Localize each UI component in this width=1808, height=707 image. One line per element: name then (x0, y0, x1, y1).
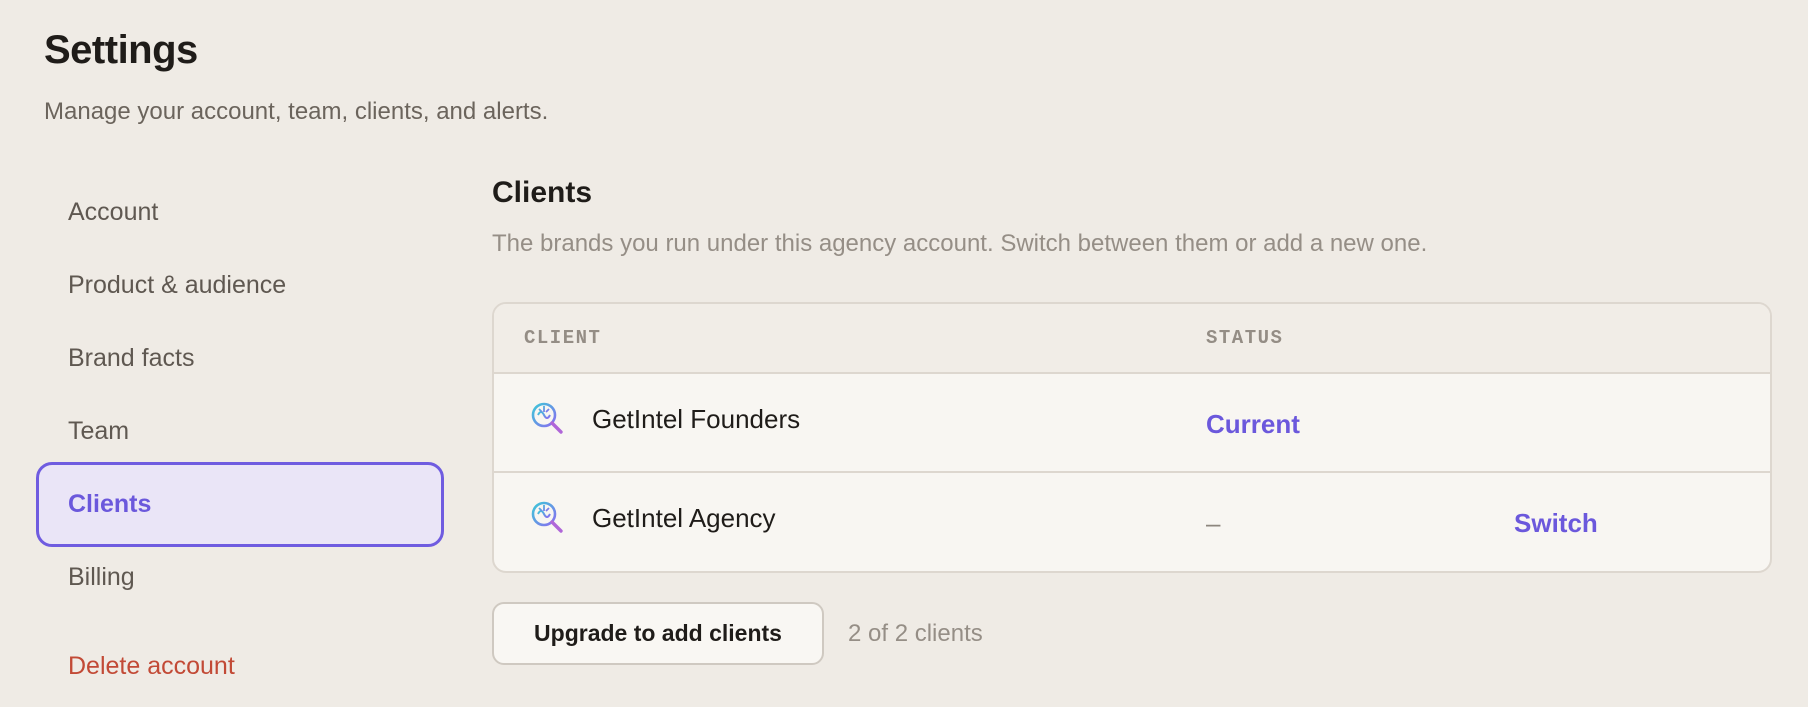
sidebar-item-brand-facts[interactable]: Brand facts (36, 322, 444, 395)
column-header-status: STATUS (1206, 327, 1284, 349)
column-header-client: CLIENT (524, 327, 602, 349)
switch-client-button[interactable]: Switch (1514, 508, 1598, 539)
section-description: The brands you run under this agency acc… (492, 230, 1428, 257)
settings-page: Settings Manage your account, team, clie… (0, 0, 1808, 707)
sidebar-item-clients[interactable]: Clients (36, 462, 444, 547)
section-title: Clients (492, 176, 593, 209)
upgrade-to-add-clients-button[interactable]: Upgrade to add clients (492, 602, 824, 665)
sidebar-item-team[interactable]: Team (36, 395, 444, 468)
sidebar-item-account[interactable]: Account (36, 176, 444, 249)
client-count: 2 of 2 clients (848, 620, 983, 647)
delete-account-link[interactable]: Delete account (36, 630, 444, 703)
page-title: Settings (44, 28, 198, 72)
sidebar-item-billing[interactable]: Billing (36, 541, 444, 614)
client-status-current: Current (1206, 409, 1300, 439)
table-row: GetIntel Agency – Switch (494, 473, 1770, 571)
brain-search-icon (528, 499, 566, 537)
client-name: GetIntel Founders (592, 404, 801, 434)
table-row: GetIntel Founders Current (494, 374, 1770, 473)
brain-search-icon (528, 400, 566, 438)
sidebar-item-product-audience[interactable]: Product & audience (36, 249, 444, 322)
client-status: – (1206, 508, 1221, 538)
settings-sidebar: Account Product & audience Brand facts T… (36, 176, 444, 703)
client-name: GetIntel Agency (592, 503, 776, 533)
clients-table: CLIENT STATUS GetIntel Founders Current … (492, 302, 1772, 573)
table-header: CLIENT STATUS (494, 304, 1770, 374)
page-subtitle: Manage your account, team, clients, and … (44, 98, 549, 125)
